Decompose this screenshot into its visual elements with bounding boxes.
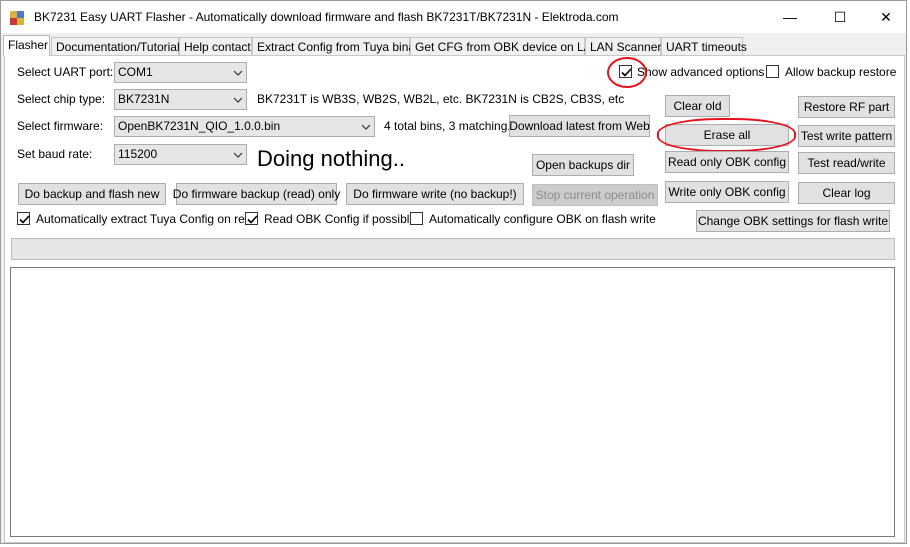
window-title: BK7231 Easy UART Flasher - Automatically…: [34, 10, 619, 24]
tab-documentation[interactable]: Documentation/Tutorials: [51, 37, 186, 55]
read-obk-config-checkbox[interactable]: [245, 212, 258, 225]
auto-extract-tuya-checkbox[interactable]: [17, 212, 30, 225]
minimize-button[interactable]: —: [767, 1, 813, 33]
annotation-circle: [607, 57, 647, 88]
chip-type-label: Select chip type:: [17, 92, 106, 106]
open-backups-button[interactable]: Open backups dir: [532, 154, 634, 176]
checkmark-icon: [19, 215, 30, 224]
status-text: Doing nothing..: [257, 146, 405, 171]
app-icon: [10, 11, 24, 25]
uart-port-value: COM1: [118, 65, 153, 79]
test-write-pattern-button[interactable]: Test write pattern: [798, 125, 895, 147]
tab-extract-config[interactable]: Extract Config from Tuya binary: [252, 37, 425, 55]
chevron-down-icon: [233, 97, 243, 103]
baud-rate-select[interactable]: 115200: [114, 144, 247, 165]
bins-info-text: 4 total bins, 3 matching.: [384, 119, 511, 133]
chevron-down-icon: [233, 70, 243, 76]
firmware-backup-button[interactable]: Do firmware backup (read) only: [173, 183, 340, 205]
clear-old-button[interactable]: Clear old: [665, 95, 730, 117]
chevron-down-icon: [233, 152, 243, 158]
clear-log-button[interactable]: Clear log: [798, 182, 895, 204]
auto-configure-obk-label: Automatically configure OBK on flash wri…: [429, 212, 656, 226]
restore-rf-button[interactable]: Restore RF part: [798, 96, 895, 118]
auto-extract-tuya-label: Automatically extract Tuya Config on rea…: [36, 212, 259, 226]
baud-rate-label: Set baud rate:: [17, 147, 93, 161]
uart-port-select[interactable]: COM1: [114, 62, 247, 83]
title-bar: BK7231 Easy UART Flasher - Automatically…: [1, 1, 906, 33]
tab-uart-timeouts[interactable]: UART timeouts: [661, 37, 747, 55]
annotation-circle: [657, 118, 796, 152]
read-obk-config-label: Read OBK Config if possible: [264, 212, 417, 226]
chevron-down-icon: [361, 124, 371, 130]
maximize-button[interactable]: ☐: [817, 1, 863, 33]
backup-and-flash-button[interactable]: Do backup and flash new: [18, 183, 166, 205]
write-only-obk-button[interactable]: Write only OBK config: [665, 181, 789, 203]
tab-strip: Flasher Documentation/Tutorials Help con…: [3, 35, 903, 56]
tab-lan-scanner[interactable]: LAN Scanner: [585, 37, 661, 55]
test-read-write-button[interactable]: Test read/write: [798, 152, 895, 174]
uart-port-label: Select UART port:: [17, 65, 114, 79]
baud-rate-value: 115200: [118, 147, 158, 161]
allow-backup-restore-label: Allow backup restore: [785, 65, 897, 79]
log-textarea[interactable]: [10, 267, 895, 537]
firmware-select[interactable]: OpenBK7231N_QIO_1.0.0.bin: [114, 116, 375, 137]
tab-get-cfg[interactable]: Get CFG from OBK device on LAN: [410, 37, 600, 55]
allow-backup-restore-checkbox[interactable]: [766, 65, 779, 78]
chip-type-select[interactable]: BK7231N: [114, 89, 247, 110]
progress-bar: [11, 238, 895, 260]
firmware-label: Select firmware:: [17, 119, 104, 133]
app-window: BK7231 Easy UART Flasher - Automatically…: [0, 0, 907, 544]
tab-flasher[interactable]: Flasher: [3, 35, 50, 56]
show-advanced-label: Show advanced options: [637, 65, 765, 79]
chip-type-value: BK7231N: [118, 92, 170, 106]
stop-operation-button[interactable]: Stop current operation: [532, 184, 658, 206]
read-only-obk-button[interactable]: Read only OBK config: [665, 151, 789, 173]
firmware-write-button[interactable]: Do firmware write (no backup!): [346, 183, 524, 205]
change-obk-settings-button[interactable]: Change OBK settings for flash write: [696, 210, 890, 232]
tab-help-contact[interactable]: Help contact: [179, 37, 252, 55]
firmware-value: OpenBK7231N_QIO_1.0.0.bin: [118, 119, 281, 133]
chip-info-text: BK7231T is WB3S, WB2S, WB2L, etc. BK7231…: [257, 92, 625, 106]
checkmark-icon: [247, 215, 258, 224]
download-latest-button[interactable]: Download latest from Web: [509, 115, 650, 137]
auto-configure-obk-checkbox[interactable]: [410, 212, 423, 225]
close-button[interactable]: ✕: [863, 1, 909, 33]
